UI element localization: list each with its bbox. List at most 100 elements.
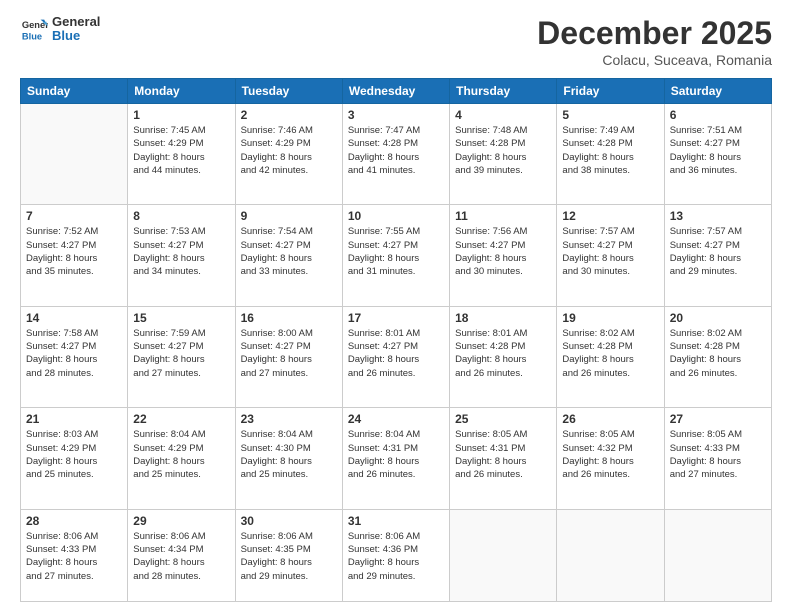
day-detail: Sunrise: 8:01 AMSunset: 4:28 PMDaylight:… bbox=[455, 327, 551, 380]
calendar-cell: 25 Sunrise: 8:05 AMSunset: 4:31 PMDayligh… bbox=[450, 408, 557, 509]
calendar-cell bbox=[450, 509, 557, 601]
day-detail: Sunrise: 7:52 AMSunset: 4:27 PMDaylight:… bbox=[26, 225, 122, 278]
week-row-5: 28 Sunrise: 8:06 AMSunset: 4:33 PMDayligh… bbox=[21, 509, 772, 601]
day-number: 12 bbox=[562, 209, 658, 223]
day-number: 14 bbox=[26, 311, 122, 325]
calendar-cell: 29 Sunrise: 8:06 AMSunset: 4:34 PMDayligh… bbox=[128, 509, 235, 601]
day-detail: Sunrise: 8:05 AMSunset: 4:31 PMDaylight:… bbox=[455, 428, 551, 481]
day-number: 29 bbox=[133, 514, 229, 528]
day-detail: Sunrise: 8:06 AMSunset: 4:36 PMDaylight:… bbox=[348, 530, 444, 583]
calendar-cell bbox=[664, 509, 771, 601]
day-detail: Sunrise: 7:45 AMSunset: 4:29 PMDaylight:… bbox=[133, 124, 229, 177]
week-row-1: 1 Sunrise: 7:45 AMSunset: 4:29 PMDaylight… bbox=[21, 104, 772, 205]
day-number: 19 bbox=[562, 311, 658, 325]
calendar-cell: 30 Sunrise: 8:06 AMSunset: 4:35 PMDayligh… bbox=[235, 509, 342, 601]
calendar-cell: 12 Sunrise: 7:57 AMSunset: 4:27 PMDayligh… bbox=[557, 205, 664, 306]
weekday-saturday: Saturday bbox=[664, 79, 771, 104]
calendar-cell: 28 Sunrise: 8:06 AMSunset: 4:33 PMDayligh… bbox=[21, 509, 128, 601]
calendar-cell: 18 Sunrise: 8:01 AMSunset: 4:28 PMDayligh… bbox=[450, 306, 557, 407]
day-detail: Sunrise: 7:47 AMSunset: 4:28 PMDaylight:… bbox=[348, 124, 444, 177]
weekday-monday: Monday bbox=[128, 79, 235, 104]
day-number: 6 bbox=[670, 108, 766, 122]
day-detail: Sunrise: 7:57 AMSunset: 4:27 PMDaylight:… bbox=[562, 225, 658, 278]
location-title: Colacu, Suceava, Romania bbox=[537, 52, 772, 68]
day-detail: Sunrise: 8:04 AMSunset: 4:30 PMDaylight:… bbox=[241, 428, 337, 481]
calendar-cell: 26 Sunrise: 8:05 AMSunset: 4:32 PMDayligh… bbox=[557, 408, 664, 509]
day-number: 30 bbox=[241, 514, 337, 528]
day-number: 13 bbox=[670, 209, 766, 223]
day-detail: Sunrise: 8:06 AMSunset: 4:35 PMDaylight:… bbox=[241, 530, 337, 583]
day-number: 1 bbox=[133, 108, 229, 122]
day-number: 3 bbox=[348, 108, 444, 122]
day-number: 21 bbox=[26, 412, 122, 426]
day-number: 7 bbox=[26, 209, 122, 223]
calendar-cell: 19 Sunrise: 8:02 AMSunset: 4:28 PMDayligh… bbox=[557, 306, 664, 407]
calendar-cell bbox=[557, 509, 664, 601]
page: General Blue General Blue December 2025 … bbox=[0, 0, 792, 612]
weekday-wednesday: Wednesday bbox=[342, 79, 449, 104]
day-number: 10 bbox=[348, 209, 444, 223]
weekday-thursday: Thursday bbox=[450, 79, 557, 104]
day-detail: Sunrise: 8:06 AMSunset: 4:33 PMDaylight:… bbox=[26, 530, 122, 583]
calendar-cell: 10Sunrise: 7:55 AMSunset: 4:27 PMDayligh… bbox=[342, 205, 449, 306]
day-number: 2 bbox=[241, 108, 337, 122]
calendar-cell: 14 Sunrise: 7:58 AMSunset: 4:27 PMDayligh… bbox=[21, 306, 128, 407]
calendar-cell: 11 Sunrise: 7:56 AMSunset: 4:27 PMDayligh… bbox=[450, 205, 557, 306]
day-detail: Sunrise: 7:48 AMSunset: 4:28 PMDaylight:… bbox=[455, 124, 551, 177]
week-row-2: 7 Sunrise: 7:52 AMSunset: 4:27 PMDaylight… bbox=[21, 205, 772, 306]
svg-text:Blue: Blue bbox=[22, 32, 42, 42]
calendar-cell: 20 Sunrise: 8:02 AMSunset: 4:28 PMDayligh… bbox=[664, 306, 771, 407]
day-detail: Sunrise: 7:56 AMSunset: 4:27 PMDaylight:… bbox=[455, 225, 551, 278]
day-detail: Sunrise: 7:46 AMSunset: 4:29 PMDaylight:… bbox=[241, 124, 337, 177]
day-detail: Sunrise: 7:57 AMSunset: 4:27 PMDaylight:… bbox=[670, 225, 766, 278]
weekday-header-row: SundayMondayTuesdayWednesdayThursdayFrid… bbox=[21, 79, 772, 104]
day-number: 27 bbox=[670, 412, 766, 426]
calendar-cell: 24Sunrise: 8:04 AMSunset: 4:31 PMDayligh… bbox=[342, 408, 449, 509]
day-detail: Sunrise: 7:51 AMSunset: 4:27 PMDaylight:… bbox=[670, 124, 766, 177]
calendar-cell: 31Sunrise: 8:06 AMSunset: 4:36 PMDayligh… bbox=[342, 509, 449, 601]
day-number: 4 bbox=[455, 108, 551, 122]
day-number: 24 bbox=[348, 412, 444, 426]
day-detail: Sunrise: 7:59 AMSunset: 4:27 PMDaylight:… bbox=[133, 327, 229, 380]
day-number: 9 bbox=[241, 209, 337, 223]
day-detail: Sunrise: 8:06 AMSunset: 4:34 PMDaylight:… bbox=[133, 530, 229, 583]
day-number: 28 bbox=[26, 514, 122, 528]
calendar-cell: 5 Sunrise: 7:49 AMSunset: 4:28 PMDaylight… bbox=[557, 104, 664, 205]
calendar-cell: 23 Sunrise: 8:04 AMSunset: 4:30 PMDayligh… bbox=[235, 408, 342, 509]
day-detail: Sunrise: 8:02 AMSunset: 4:28 PMDaylight:… bbox=[562, 327, 658, 380]
calendar-cell: 8Sunrise: 7:53 AMSunset: 4:27 PMDaylight… bbox=[128, 205, 235, 306]
calendar-table: SundayMondayTuesdayWednesdayThursdayFrid… bbox=[20, 78, 772, 602]
day-detail: Sunrise: 8:04 AMSunset: 4:29 PMDaylight:… bbox=[133, 428, 229, 481]
weekday-tuesday: Tuesday bbox=[235, 79, 342, 104]
day-detail: Sunrise: 7:49 AMSunset: 4:28 PMDaylight:… bbox=[562, 124, 658, 177]
calendar-cell: 27Sunrise: 8:05 AMSunset: 4:33 PMDayligh… bbox=[664, 408, 771, 509]
day-number: 23 bbox=[241, 412, 337, 426]
day-detail: Sunrise: 8:01 AMSunset: 4:27 PMDaylight:… bbox=[348, 327, 444, 380]
calendar-cell: 7 Sunrise: 7:52 AMSunset: 4:27 PMDaylight… bbox=[21, 205, 128, 306]
day-detail: Sunrise: 8:03 AMSunset: 4:29 PMDaylight:… bbox=[26, 428, 122, 481]
day-number: 8 bbox=[133, 209, 229, 223]
day-number: 16 bbox=[241, 311, 337, 325]
day-number: 15 bbox=[133, 311, 229, 325]
logo-general: General bbox=[52, 15, 100, 29]
calendar-cell: 9Sunrise: 7:54 AMSunset: 4:27 PMDaylight… bbox=[235, 205, 342, 306]
day-number: 22 bbox=[133, 412, 229, 426]
calendar-cell: 1 Sunrise: 7:45 AMSunset: 4:29 PMDaylight… bbox=[128, 104, 235, 205]
day-detail: Sunrise: 8:02 AMSunset: 4:28 PMDaylight:… bbox=[670, 327, 766, 380]
day-number: 18 bbox=[455, 311, 551, 325]
day-number: 25 bbox=[455, 412, 551, 426]
calendar-cell: 4 Sunrise: 7:48 AMSunset: 4:28 PMDaylight… bbox=[450, 104, 557, 205]
day-number: 26 bbox=[562, 412, 658, 426]
calendar-cell: 17Sunrise: 8:01 AMSunset: 4:27 PMDayligh… bbox=[342, 306, 449, 407]
calendar-cell: 16Sunrise: 8:00 AMSunset: 4:27 PMDayligh… bbox=[235, 306, 342, 407]
title-block: December 2025 Colacu, Suceava, Romania bbox=[537, 15, 772, 68]
week-row-3: 14 Sunrise: 7:58 AMSunset: 4:27 PMDayligh… bbox=[21, 306, 772, 407]
day-number: 5 bbox=[562, 108, 658, 122]
logo-blue: Blue bbox=[52, 29, 100, 43]
day-detail: Sunrise: 7:58 AMSunset: 4:27 PMDaylight:… bbox=[26, 327, 122, 380]
day-detail: Sunrise: 8:05 AMSunset: 4:32 PMDaylight:… bbox=[562, 428, 658, 481]
calendar-cell: 6 Sunrise: 7:51 AMSunset: 4:27 PMDaylight… bbox=[664, 104, 771, 205]
day-number: 11 bbox=[455, 209, 551, 223]
month-title: December 2025 bbox=[537, 15, 772, 52]
day-number: 20 bbox=[670, 311, 766, 325]
